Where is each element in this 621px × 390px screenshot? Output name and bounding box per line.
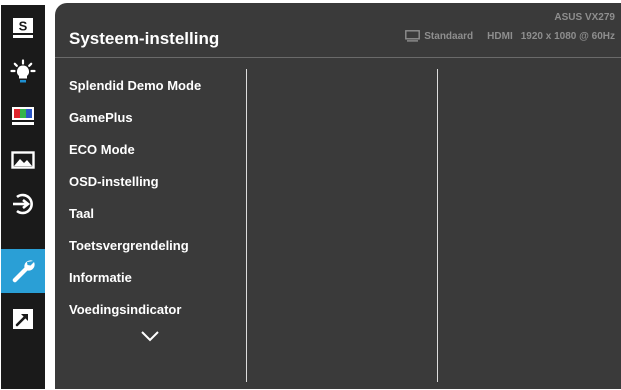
menu-item-osd-setting[interactable]: OSD-instelling bbox=[69, 174, 159, 189]
input-select-menu-button[interactable] bbox=[1, 182, 45, 226]
shortcut-arrow-icon bbox=[13, 309, 33, 329]
menu-item-information[interactable]: Informatie bbox=[69, 270, 132, 285]
status-bar: Standaard HDMI 1920 x 1080 @ 60Hz bbox=[405, 30, 615, 42]
blue-light-filter-menu-button[interactable] bbox=[1, 50, 45, 94]
menu-item-splendid-demo-mode[interactable]: Splendid Demo Mode bbox=[69, 78, 201, 93]
menu-item-power-indicator[interactable]: Voedingsindicator bbox=[69, 302, 181, 317]
menu-item-gameplus[interactable]: GamePlus bbox=[69, 110, 133, 125]
color-bars-icon bbox=[12, 107, 34, 125]
menu-item-eco-mode[interactable]: ECO Mode bbox=[69, 142, 135, 157]
monitor-osd: S Systeem-instelling ASUS VX279 Standaar… bbox=[0, 0, 621, 390]
wrench-icon bbox=[12, 260, 35, 283]
splendid-icon: S bbox=[13, 18, 33, 38]
input-icon bbox=[13, 193, 33, 215]
osd-sidebar: S bbox=[1, 5, 45, 389]
header-divider bbox=[55, 57, 621, 58]
color-mode-label: Standaard bbox=[424, 30, 474, 42]
shortcut-menu-button[interactable] bbox=[1, 297, 45, 341]
settings-panel: Systeem-instelling ASUS VX279 Standaard … bbox=[55, 3, 621, 389]
splendid-menu-button[interactable]: S bbox=[1, 6, 45, 50]
monitor-icon bbox=[405, 30, 421, 42]
color-menu-button[interactable] bbox=[1, 94, 45, 138]
image-icon bbox=[11, 151, 35, 169]
bulb-icon bbox=[10, 59, 36, 83]
menu-item-language[interactable]: Taal bbox=[69, 206, 94, 221]
menu-item-key-lock[interactable]: Toetsvergrendeling bbox=[69, 238, 189, 253]
column-divider bbox=[246, 69, 247, 382]
image-menu-button[interactable] bbox=[1, 138, 45, 182]
resolution-label: 1920 x 1080 @ 60Hz bbox=[520, 30, 615, 42]
monitor-model: ASUS VX279 bbox=[554, 12, 615, 23]
column-divider bbox=[437, 69, 438, 382]
chevron-down-icon bbox=[141, 331, 159, 342]
input-source-label: HDMI bbox=[487, 30, 513, 42]
page-title: Systeem-instelling bbox=[69, 29, 220, 48]
splendid-letter: S bbox=[19, 19, 28, 34]
scroll-down-button[interactable] bbox=[139, 329, 161, 343]
system-setup-menu-button[interactable] bbox=[1, 249, 45, 293]
